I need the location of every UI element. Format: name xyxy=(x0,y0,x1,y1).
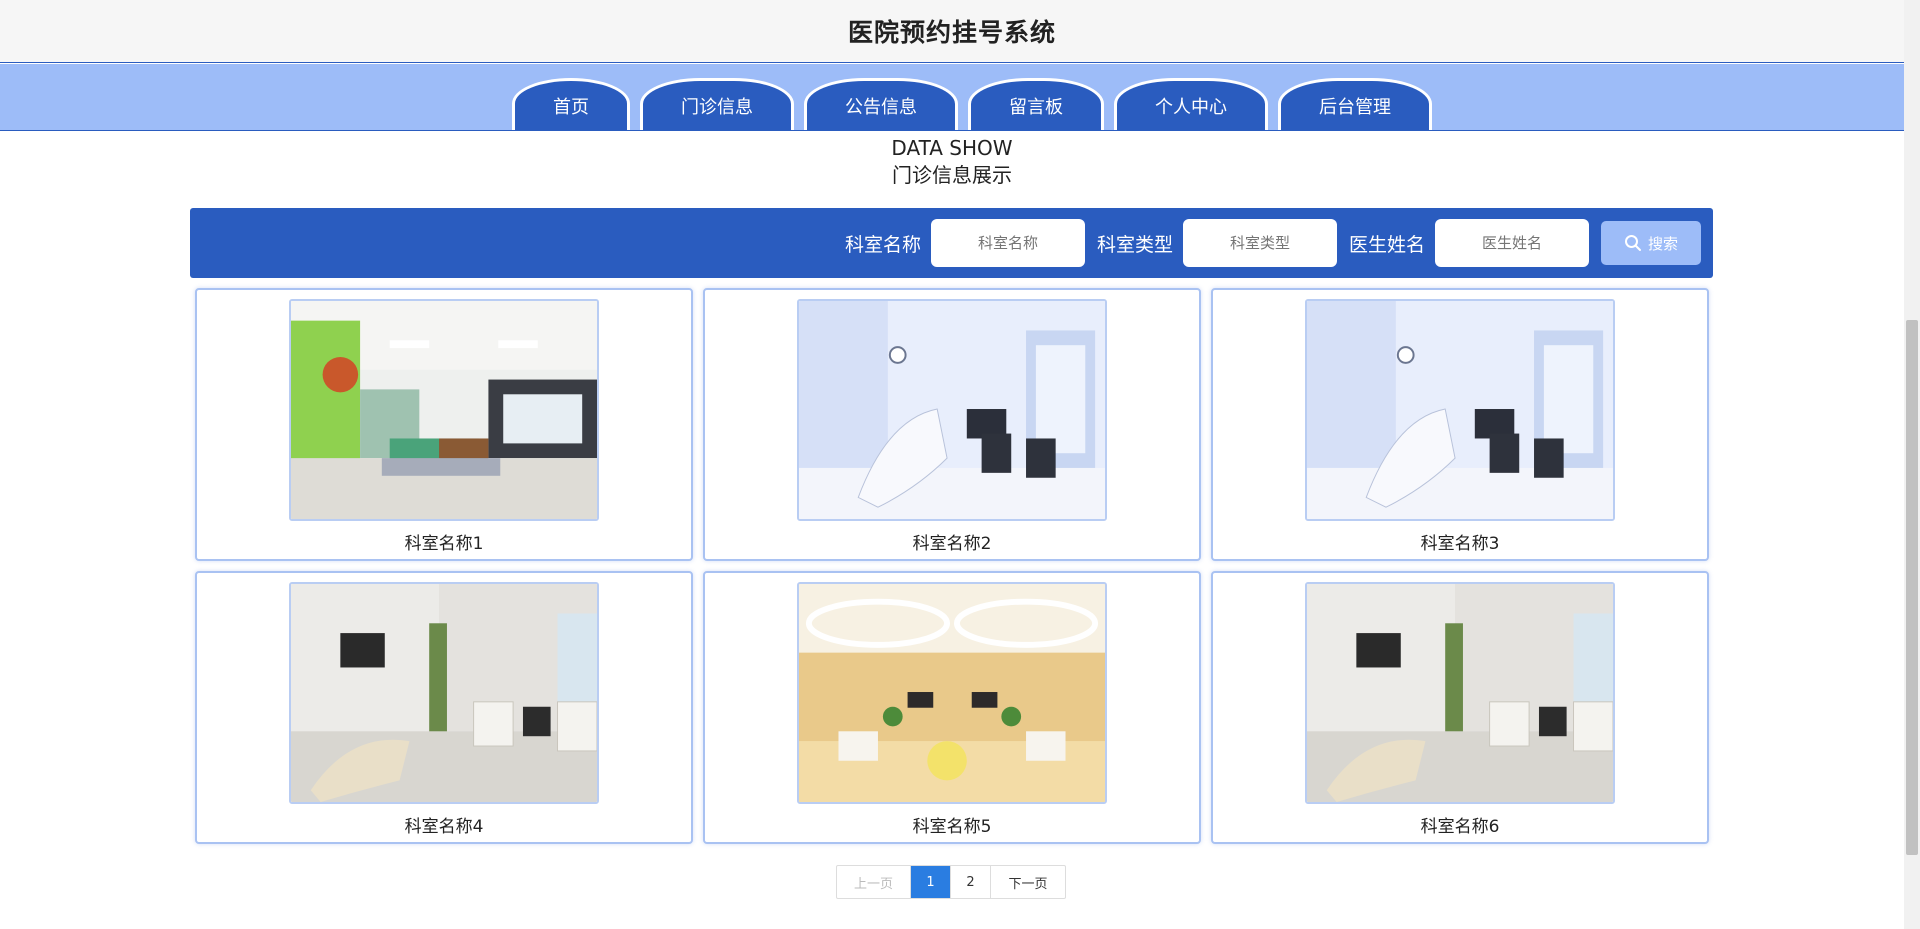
section-title-en: DATA SHOW xyxy=(891,136,1013,160)
next-page-button[interactable]: 下一页 xyxy=(991,866,1065,898)
clinic-card-4[interactable]: 科室名称4 xyxy=(195,571,693,844)
page: 医院预约挂号系统 首页 门诊信息 公告信息 留言板 个人中心 后台管理 DATA… xyxy=(0,0,1920,929)
scrollbar-thumb[interactable] xyxy=(1906,320,1918,855)
clinic-card-3[interactable]: 科室名称3 xyxy=(1211,288,1709,561)
nav-item-message-board[interactable]: 留言板 xyxy=(968,78,1104,130)
dept-type-label: 科室类型 xyxy=(1096,233,1173,256)
doctor-name-input[interactable] xyxy=(1435,219,1589,267)
main-nav: 首页 门诊信息 公告信息 留言板 个人中心 后台管理 xyxy=(0,64,1904,131)
search-button-label: 搜索 xyxy=(1647,234,1678,253)
prev-page-button[interactable]: 上一页 xyxy=(837,866,911,898)
search-button[interactable]: 搜索 xyxy=(1601,221,1701,265)
page-button-2[interactable]: 2 xyxy=(951,866,991,898)
clinic-card-2[interactable]: 科室名称2 xyxy=(703,288,1201,561)
clinic-card-name: 科室名称5 xyxy=(912,817,992,837)
nav-item-announcements[interactable]: 公告信息 xyxy=(804,78,958,130)
pagination: 上一页 1 2 下一页 xyxy=(836,865,1066,899)
search-icon xyxy=(1624,235,1641,251)
clinic-image-3 xyxy=(1305,299,1615,521)
clinic-image-2 xyxy=(797,299,1107,521)
clinic-card-name: 科室名称1 xyxy=(404,534,484,554)
site-title: 医院预约挂号系统 xyxy=(847,18,1056,47)
dept-name-input[interactable] xyxy=(930,219,1085,267)
dept-type-input[interactable] xyxy=(1182,219,1337,267)
page-scrollbar[interactable] xyxy=(1904,0,1920,929)
page-button-1[interactable]: 1 xyxy=(911,866,951,898)
clinic-card-name: 科室名称3 xyxy=(1420,534,1500,554)
clinic-card-name: 科室名称2 xyxy=(912,534,992,554)
clinic-card-grid: 科室名称1 科室名称2 科室名称3 科室名称4 科室名称5 科室名称6 xyxy=(195,288,1709,844)
dept-name-label: 科室名称 xyxy=(844,233,921,256)
doctor-name-label: 医生姓名 xyxy=(1348,233,1425,256)
clinic-image-5 xyxy=(797,582,1107,804)
clinic-card-1[interactable]: 科室名称1 xyxy=(195,288,693,561)
section-heading: DATA SHOW 门诊信息展示 xyxy=(0,135,1904,189)
search-bar: 科室名称 科室类型 医生姓名 搜索 xyxy=(190,208,1713,278)
clinic-image-1 xyxy=(289,299,599,521)
section-title-cn: 门诊信息展示 xyxy=(892,163,1012,187)
clinic-card-name: 科室名称6 xyxy=(1420,817,1500,837)
clinic-image-6 xyxy=(1305,582,1615,804)
clinic-image-4 xyxy=(289,582,599,804)
nav-item-clinic-info[interactable]: 门诊信息 xyxy=(640,78,794,130)
nav-item-admin[interactable]: 后台管理 xyxy=(1278,78,1432,130)
site-header: 医院预约挂号系统 xyxy=(0,0,1904,63)
clinic-card-name: 科室名称4 xyxy=(404,817,484,837)
nav-item-personal-center[interactable]: 个人中心 xyxy=(1114,78,1268,130)
clinic-card-6[interactable]: 科室名称6 xyxy=(1211,571,1709,844)
clinic-card-5[interactable]: 科室名称5 xyxy=(703,571,1201,844)
nav-item-home[interactable]: 首页 xyxy=(512,78,630,130)
